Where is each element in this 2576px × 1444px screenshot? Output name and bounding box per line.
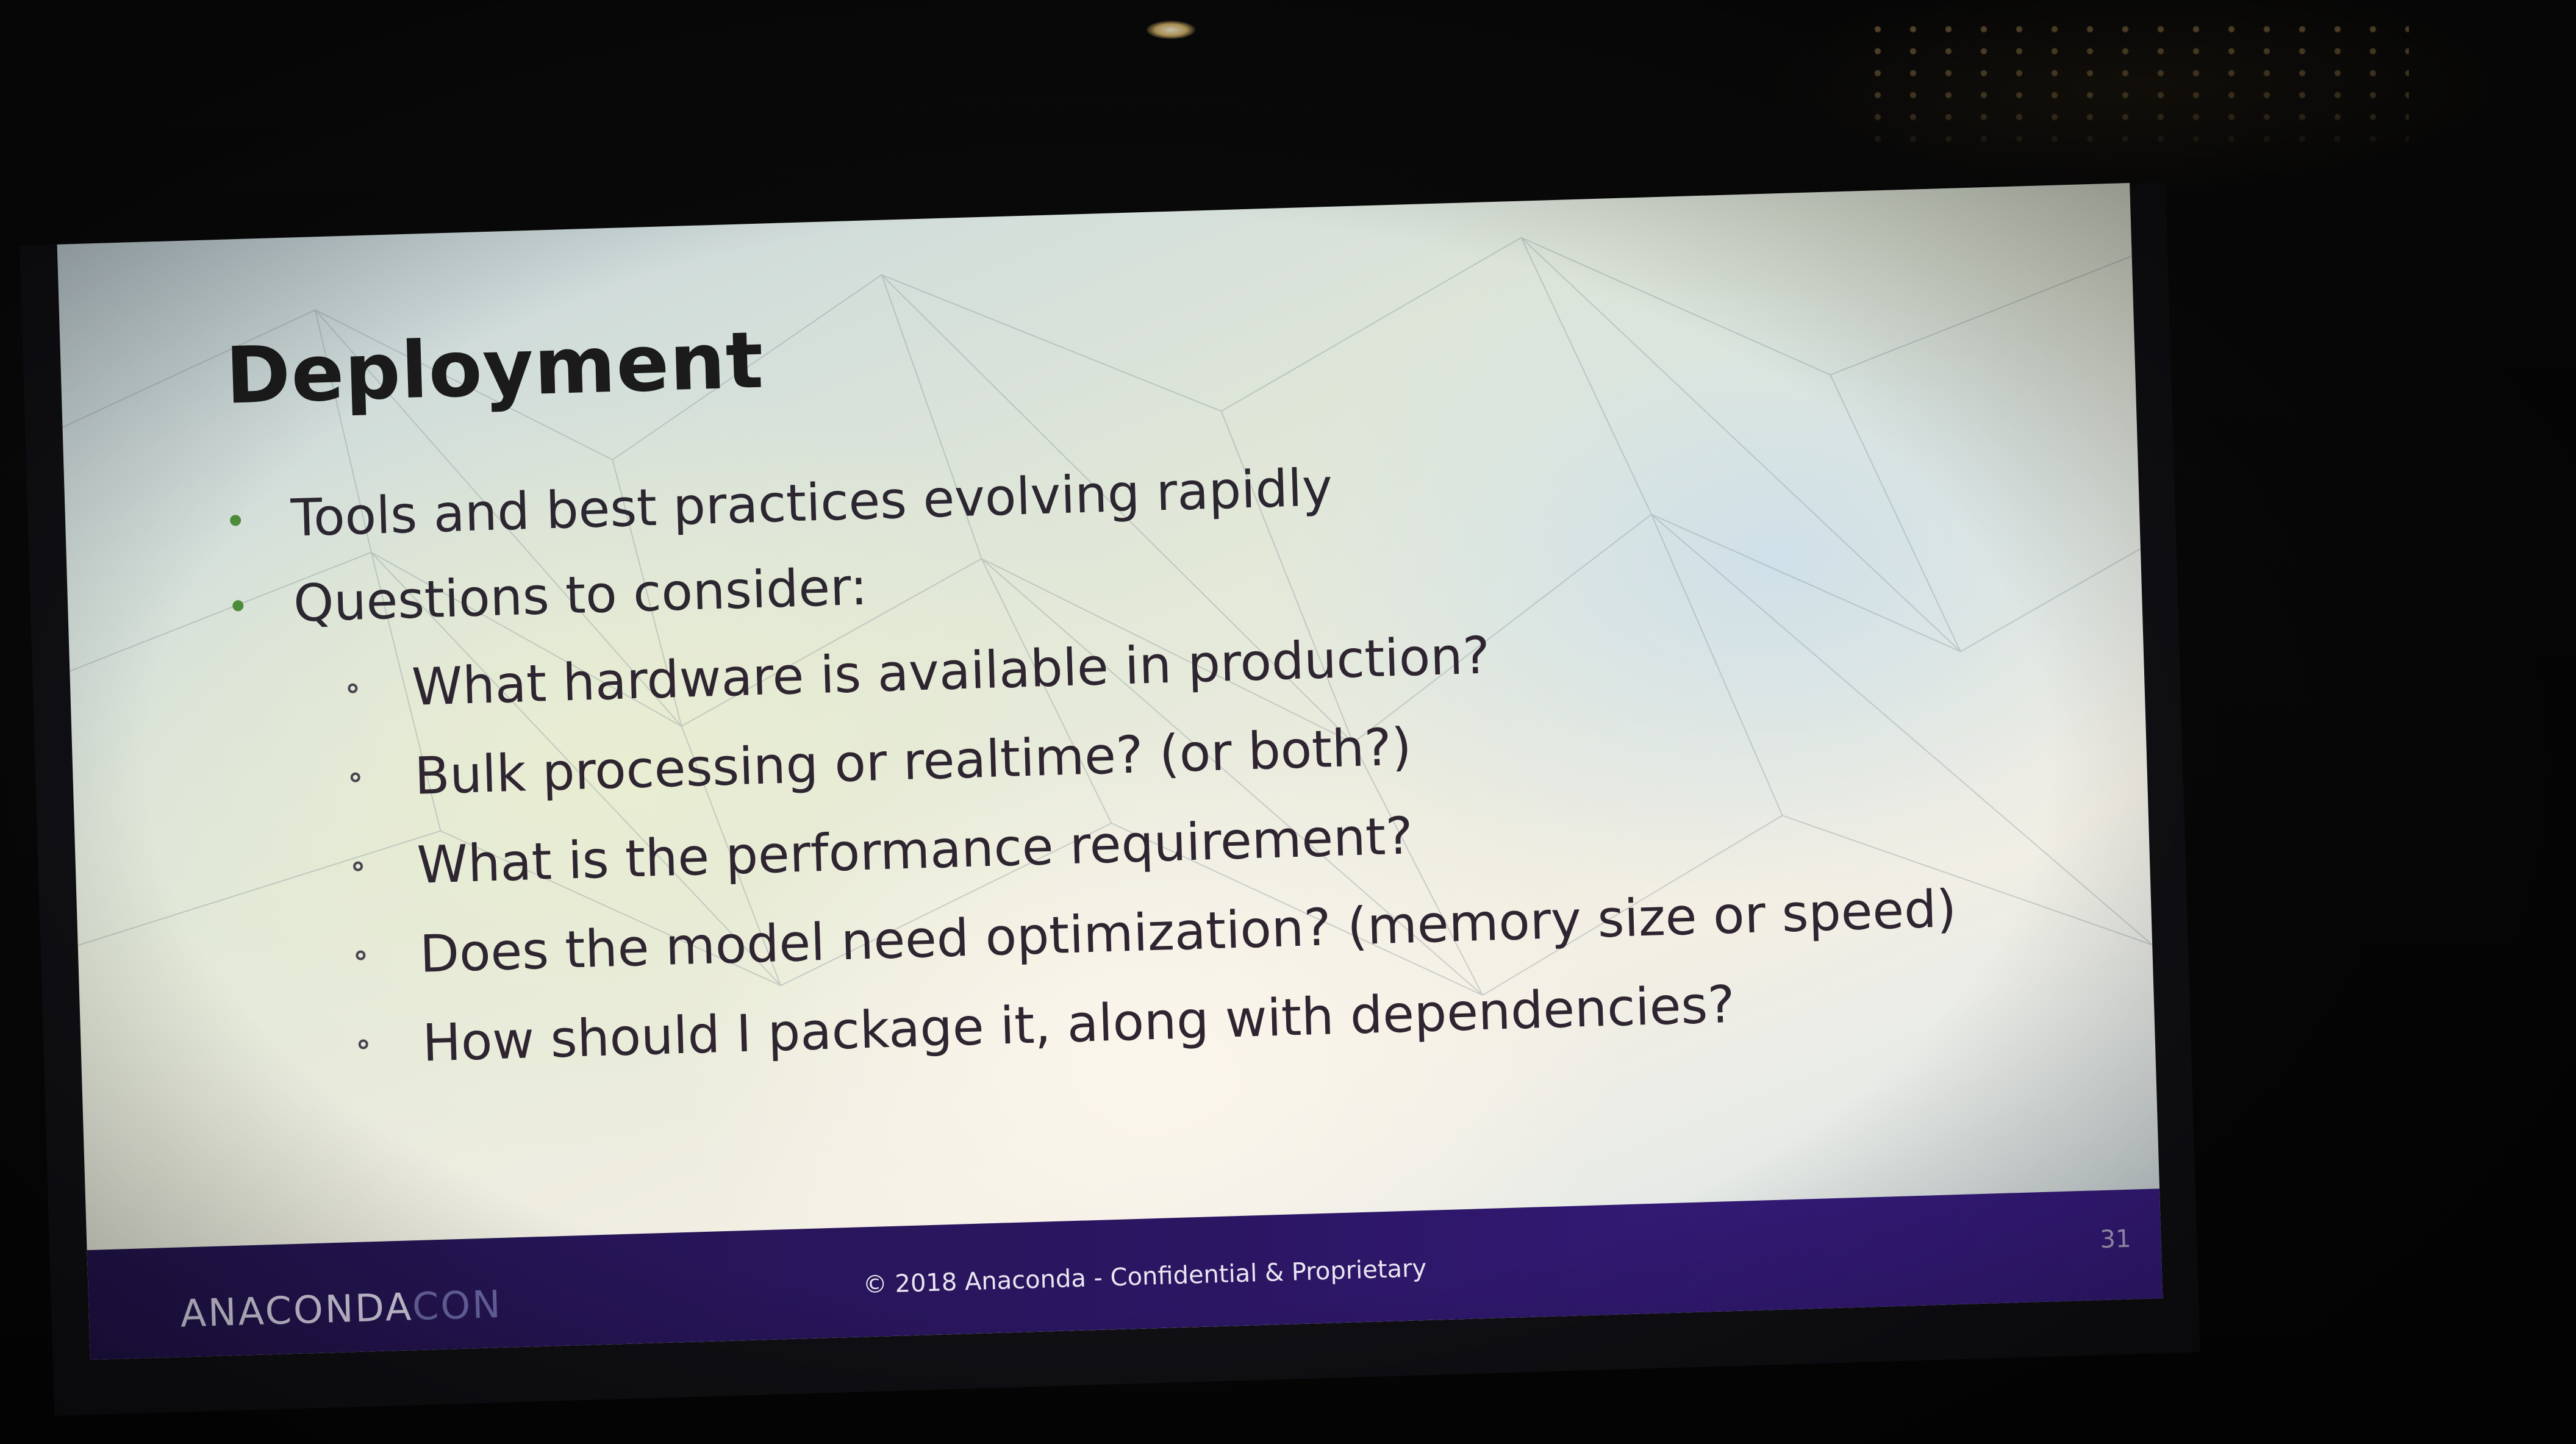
logo-text-main: ANACONDA: [179, 1284, 413, 1336]
sub-bullet-text: What is the performance requirement?: [416, 806, 1414, 895]
slide-page-number: 31: [2099, 1224, 2132, 1254]
sub-bullet-circle-icon: [352, 861, 363, 871]
sub-bullet-circle-icon: [356, 950, 366, 960]
sub-bullet-text: What hardware is available in production…: [410, 625, 1491, 717]
ceiling-light: [1147, 21, 1195, 39]
stage-lights: [1860, 18, 2409, 159]
bullet-text: Questions to consider:: [292, 556, 868, 634]
sub-bullet-text: Bulk processing or realtime? (or both?): [413, 717, 1412, 806]
bullet-list: Tools and best practices evolving rapidl…: [229, 445, 1336, 648]
copyright-notice: © 2018 Anaconda - Confidential & Proprie…: [862, 1254, 1427, 1299]
anacondacon-logo: ANACONDACON: [180, 1282, 503, 1336]
sub-bullet-circle-icon: [348, 683, 358, 694]
sub-bullet-circle-icon: [358, 1039, 368, 1049]
sub-bullet-list: What hardware is available in production…: [234, 597, 1960, 1093]
sub-bullet-circle-icon: [350, 772, 360, 782]
bullet-dot-icon: [229, 515, 242, 526]
logo-text-accent: CON: [412, 1281, 503, 1329]
slide-title: Deployment: [224, 315, 765, 422]
bullet-dot-icon: [232, 600, 244, 612]
presentation-slide: Deployment Tools and best practices evol…: [57, 182, 2163, 1360]
